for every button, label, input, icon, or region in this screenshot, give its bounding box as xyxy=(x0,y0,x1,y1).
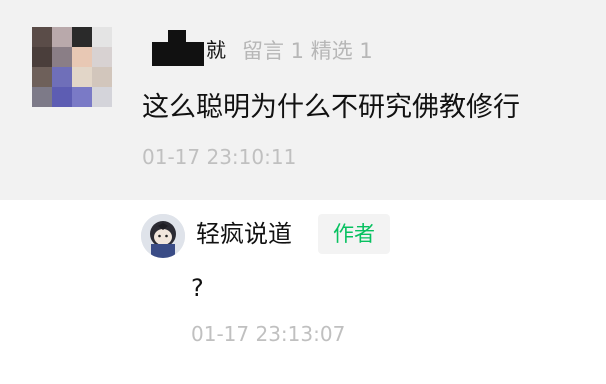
commenter-name-redacted[interactable]: 就 xyxy=(152,28,226,68)
comment-text: 这么聪明为什么不研究佛教修行 xyxy=(142,92,520,123)
commenter-avatar[interactable] xyxy=(32,27,112,107)
comment-item: 就 留言 1 精选 1 这么聪明为什么不研究佛教修行 01-17 23:10:1… xyxy=(0,0,606,200)
reply-timestamp: 01-17 23:13:07 xyxy=(191,322,346,346)
commenter-name-visible: 就 xyxy=(206,38,226,62)
comment-timestamp: 01-17 23:10:11 xyxy=(142,145,297,169)
comment-meta-counts: 留言 1 精选 1 xyxy=(242,39,373,63)
author-avatar-icon xyxy=(141,214,185,258)
author-avatar[interactable] xyxy=(141,214,185,258)
reply-text: ? xyxy=(191,274,204,302)
author-badge: 作者 xyxy=(318,214,390,254)
reply-author-name[interactable]: 轻疯说道 xyxy=(196,217,292,251)
